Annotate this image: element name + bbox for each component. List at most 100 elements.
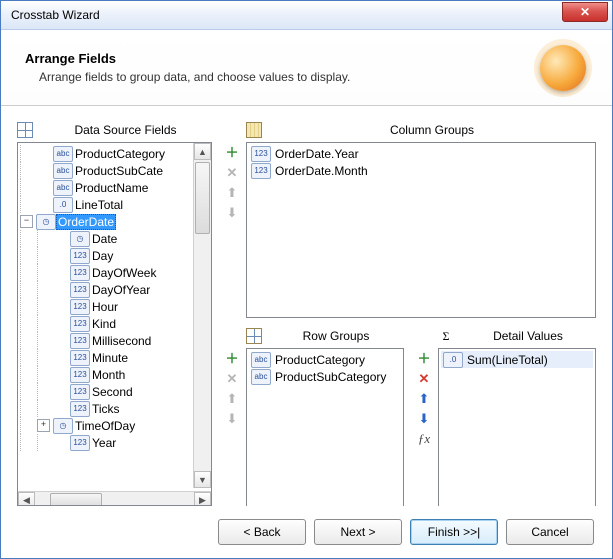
tree-item[interactable]: 123Kind — [18, 315, 211, 332]
datetime-type-icon: ◷ — [53, 418, 73, 434]
tree-guide — [20, 315, 34, 332]
integer-type-icon: 123 — [70, 316, 90, 332]
list-item[interactable]: .0Sum(LineTotal) — [441, 351, 593, 368]
tree-item[interactable]: 123Ticks — [18, 400, 211, 417]
horizontal-scrollbar[interactable]: ◀ ▶ — [18, 491, 211, 506]
remove-button[interactable]: ✕ — [224, 370, 240, 386]
tree-item[interactable]: +◷TimeOfDay — [18, 417, 211, 434]
remove-button[interactable]: ✕ — [224, 164, 240, 180]
integer-type-icon: 123 — [70, 299, 90, 315]
hscroll-track[interactable] — [35, 492, 194, 506]
integer-type-icon: 123 — [251, 163, 271, 179]
list-item[interactable]: abcProductSubCategory — [249, 368, 401, 385]
integer-type-icon: 123 — [70, 401, 90, 417]
cancel-button[interactable]: Cancel — [506, 519, 594, 545]
tree-item[interactable]: 123Minute — [18, 349, 211, 366]
move-up-button[interactable]: ⬆ — [224, 184, 240, 200]
add-button[interactable]: ＋ — [224, 350, 240, 366]
list-item[interactable]: 123OrderDate.Year — [249, 145, 593, 162]
tree-item[interactable]: 123Month — [18, 366, 211, 383]
bottom-row: Row Groups ＋ ✕ ⬆ ⬇ abcProductCategoryabc… — [224, 326, 596, 506]
move-down-button[interactable]: ⬇ — [224, 204, 240, 220]
tree-item[interactable]: abcProductName — [18, 179, 211, 196]
scroll-right-icon[interactable]: ▶ — [194, 492, 211, 506]
right-column: Column Groups ＋ ✕ ⬆ ⬇ 123OrderDate.Year1… — [224, 120, 596, 506]
add-button[interactable]: ＋ — [224, 144, 240, 160]
tree-item-label: Millisecond — [90, 334, 153, 348]
row-groups-panel: Row Groups ＋ ✕ ⬆ ⬇ abcProductCategoryabc… — [224, 326, 404, 506]
scroll-track[interactable] — [194, 160, 211, 471]
finish-button[interactable]: Finish >>| — [410, 519, 498, 545]
tree-guide — [20, 349, 34, 366]
expand-icon[interactable]: + — [37, 419, 50, 432]
tree-item[interactable]: abcProductSubCate — [18, 162, 211, 179]
back-button[interactable]: < Back — [218, 519, 306, 545]
tree-guide — [20, 434, 34, 451]
collapse-icon[interactable]: − — [20, 215, 33, 228]
tree-item[interactable]: 123DayOfWeek — [18, 264, 211, 281]
move-down-button[interactable]: ⬇ — [224, 410, 240, 426]
tree-item[interactable]: 123Hour — [18, 298, 211, 315]
tree-item[interactable]: −◷OrderDate — [18, 213, 211, 230]
row-groups-buttons: ＋ ✕ ⬆ ⬇ — [224, 348, 242, 506]
row-groups-list[interactable]: abcProductCategoryabcProductSubCategory — [246, 348, 404, 506]
move-down-button[interactable]: ⬇ — [416, 410, 432, 426]
column-groups-header: Column Groups — [224, 120, 596, 140]
column-groups-buttons: ＋ ✕ ⬆ ⬇ — [224, 142, 242, 318]
remove-button[interactable]: ✕ — [416, 370, 432, 386]
data-source-list[interactable]: abcProductCategoryabcProductSubCateabcPr… — [17, 142, 212, 506]
detail-values-body: ＋ ✕ ⬆ ⬇ ƒx .0Sum(LineTotal) — [416, 348, 596, 506]
tree-guide — [37, 264, 51, 281]
wizard-body: Data Source Fields abcProductCategoryabc… — [1, 106, 612, 506]
scroll-left-icon[interactable]: ◀ — [18, 492, 35, 506]
tree-item[interactable]: 123Second — [18, 383, 211, 400]
tree-guide — [37, 315, 51, 332]
list-item-label: OrderDate.Year — [275, 147, 359, 161]
tree-item[interactable]: 123Day — [18, 247, 211, 264]
tree-guide — [37, 281, 51, 298]
integer-type-icon: 123 — [70, 435, 90, 451]
tree-guide — [37, 434, 51, 451]
table-icon — [17, 122, 33, 138]
tree-item[interactable]: .0LineTotal — [18, 196, 211, 213]
integer-type-icon: 123 — [70, 384, 90, 400]
list-item[interactable]: abcProductCategory — [249, 351, 401, 368]
move-up-button[interactable]: ⬆ — [416, 390, 432, 406]
sigma-icon: Σ — [438, 328, 454, 344]
tree-guide — [20, 247, 34, 264]
hscroll-thumb[interactable] — [50, 493, 102, 506]
fx-button[interactable]: ƒx — [416, 430, 432, 446]
scroll-thumb[interactable] — [195, 162, 210, 234]
tree-item[interactable]: abcProductCategory — [18, 145, 211, 162]
close-button[interactable]: ✕ — [562, 2, 608, 22]
tree-item-label: ProductCategory — [73, 147, 167, 161]
list-item-label: ProductSubCategory — [275, 370, 386, 384]
data-source-label: Data Source Fields — [39, 123, 212, 137]
scroll-down-icon[interactable]: ▼ — [194, 471, 211, 488]
vertical-scrollbar[interactable]: ▲ ▼ — [193, 143, 211, 488]
tree-item[interactable]: 123Millisecond — [18, 332, 211, 349]
tree-guide — [20, 400, 34, 417]
list-item[interactable]: 123OrderDate.Month — [249, 162, 593, 179]
next-button[interactable]: Next > — [314, 519, 402, 545]
rows-icon — [246, 328, 262, 344]
tree-item-label: Ticks — [90, 402, 122, 416]
tree-item[interactable]: 123DayOfYear — [18, 281, 211, 298]
scroll-up-icon[interactable]: ▲ — [194, 143, 211, 160]
detail-values-list[interactable]: .0Sum(LineTotal) — [438, 348, 596, 506]
detail-values-header: Σ Detail Values — [416, 326, 596, 346]
column-groups-list[interactable]: 123OrderDate.Year123OrderDate.Month — [246, 142, 596, 318]
window-title: Crosstab Wizard — [11, 8, 562, 22]
move-up-button[interactable]: ⬆ — [224, 390, 240, 406]
integer-type-icon: 123 — [70, 333, 90, 349]
wizard-art — [528, 38, 598, 98]
integer-type-icon: 123 — [70, 248, 90, 264]
detail-values-buttons: ＋ ✕ ⬆ ⬇ ƒx — [416, 348, 434, 506]
tree-item[interactable]: ◷Date — [18, 230, 211, 247]
tree-item[interactable]: 123Year — [18, 434, 211, 451]
tree-guide — [37, 332, 51, 349]
tree-guide — [20, 162, 34, 179]
add-button[interactable]: ＋ — [416, 350, 432, 366]
tree-item-label: Kind — [90, 317, 118, 331]
titlebar: Crosstab Wizard ✕ — [1, 1, 612, 30]
